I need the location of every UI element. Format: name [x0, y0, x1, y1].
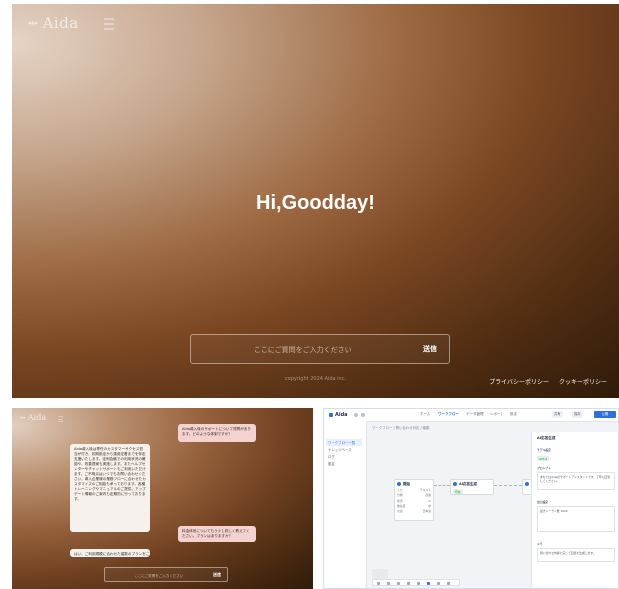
node-row: 入力 テキスト: [397, 488, 431, 492]
privacy-policy-link[interactable]: プライバシーポリシー: [489, 379, 549, 386]
status-badge: 有効: [453, 489, 463, 494]
zoom-in-icon[interactable]: [387, 581, 390, 585]
chat-send-button[interactable]: 送信: [213, 572, 221, 578]
prompt-text: あなたはAidaのサポートアシスタントです。丁寧に回答してください。: [540, 475, 611, 483]
section-label: プロンプト: [537, 466, 551, 470]
node-status-icon: [525, 482, 529, 486]
greeting-heading: Hi,Goodday!: [256, 192, 375, 214]
lock-icon[interactable]: [447, 581, 450, 585]
logo-mark-icon: ⇹: [28, 16, 39, 30]
app-logo-text: Aida: [335, 412, 348, 418]
aida-logo-small[interactable]: ⇹ Aida: [20, 413, 46, 422]
row-value: テキスト: [419, 488, 431, 493]
save-button[interactable]: 保存: [572, 411, 583, 418]
sidebar-item-settings[interactable]: 設定: [328, 461, 335, 466]
node-row: 分類 自動: [397, 493, 431, 497]
sidebar-item-logs[interactable]: ログ: [328, 454, 335, 459]
bot-message: はい、ご利用規模に合わせた複数のプランをご用意しています。: [70, 549, 150, 557]
app-sidebar: ワークフロー一覧 ナレッジベース ログ 設定: [324, 421, 367, 588]
prompt-textarea[interactable]: あなたはAidaのサポートアシスタントです。丁寧に回答してください。: [537, 472, 615, 490]
user-message: Aida導入後のサポートについて質問があります。どのような体制ですか？: [178, 424, 256, 442]
logo-text: Aida: [27, 413, 47, 422]
model-badge[interactable]: GPT-4: [537, 456, 550, 461]
node-status-icon: [397, 482, 401, 486]
breadcrumb: ワークフロー / 問い合わせ対応 / 編集: [372, 426, 430, 430]
tab-home[interactable]: ホーム: [420, 412, 430, 417]
node-settings-panel: AI応答生成 モデル設定 GPT-4 プロンプト あなたはAidaのサポートアシ…: [531, 432, 618, 588]
row-key: 言語: [397, 508, 403, 513]
canvas-toolbar: [372, 579, 460, 586]
tab-workflow[interactable]: ワークフロー: [438, 412, 459, 417]
row-key: 入力: [397, 488, 403, 493]
grid-icon[interactable]: [437, 581, 440, 585]
landing-hero-screen: ⇹ Aida Hi,Goodday! 送信 copyright 2024 Aid…: [12, 4, 619, 398]
tab-settings[interactable]: 設定: [510, 412, 517, 417]
share-button[interactable]: 共有: [552, 411, 563, 418]
tab-report[interactable]: レポート: [490, 412, 504, 417]
node-title-text: 開始: [403, 482, 410, 486]
bot-message: Aida導入後は専任のカスタマーサクセス担当が付き、初期設定から運用定着までを伴…: [70, 444, 150, 532]
note-box[interactable]: 問い合わせ内容に応じて回答を生成します。: [537, 548, 615, 562]
node-row: 担当 AI: [397, 499, 431, 503]
edge-connector: [434, 485, 450, 486]
sidebar-item-knowledge[interactable]: ナレッジベース: [328, 447, 352, 452]
help-icon[interactable]: [361, 413, 365, 417]
note-text: 問い合わせ内容に応じて回答を生成します。: [540, 551, 596, 555]
chat-screen: ⇹ Aida Aida導入後のサポートについて質問があります。どのような体制です…: [12, 408, 313, 589]
undo-icon[interactable]: [407, 581, 410, 585]
section-label: メモ: [537, 542, 543, 546]
publish-button[interactable]: 公開: [594, 411, 616, 418]
section-label: 出力設定: [537, 500, 549, 504]
zoom-out-icon[interactable]: [377, 581, 380, 585]
section-label: モデル設定: [537, 448, 551, 452]
question-input[interactable]: [191, 335, 415, 365]
tab-data[interactable]: データ管理: [466, 412, 484, 417]
logo-mark-icon: ⇹: [20, 413, 26, 422]
node-row: 優先度 中: [397, 504, 431, 508]
fit-icon[interactable]: [397, 581, 400, 585]
app-logo[interactable]: Aida: [329, 412, 348, 418]
chat-input[interactable]: [105, 568, 213, 583]
edge-connector: [494, 485, 522, 486]
redo-icon[interactable]: [417, 581, 420, 585]
node-title: [525, 482, 530, 486]
row-key: 担当: [397, 498, 403, 503]
question-input-bar: 送信: [190, 334, 450, 365]
sidebar-item-workflows[interactable]: ワークフロー一覧: [326, 439, 362, 446]
logo-text: Aida: [42, 14, 79, 32]
minimap[interactable]: [372, 569, 388, 579]
workflow-editor-screen: Aida ホーム ワークフロー データ管理 レポート 設定 共有 保存 公開 ワ…: [323, 408, 619, 589]
footer-links: プライバシーポリシー クッキーポリシー: [481, 377, 607, 386]
output-text: 最大トークン数 1024: [540, 509, 568, 513]
aida-logo[interactable]: ⇹ Aida: [28, 14, 79, 32]
chat-input-bar: 送信: [104, 567, 228, 583]
row-value: AI: [428, 498, 431, 503]
node-title: AI応答生成: [453, 482, 491, 487]
node-title-text: AI応答生成: [459, 482, 478, 486]
user-message: 料金体系についてもう少し詳しく教えてください。プランはありますか？: [178, 526, 256, 542]
workflow-node-ai-response[interactable]: AI応答生成 有効: [450, 479, 494, 495]
workflow-node-start[interactable]: 開始 入力 テキスト 分類 自動 担当 AI 優先度 中 言語 日本語: [394, 479, 434, 521]
menu-icon[interactable]: [58, 416, 63, 422]
menu-icon[interactable]: [104, 18, 114, 30]
node-status-icon: [453, 482, 457, 486]
output-settings-box[interactable]: 最大トークン数 1024: [537, 506, 615, 532]
send-button[interactable]: 送信: [423, 344, 437, 354]
row-value: 日本語: [422, 508, 431, 513]
row-value: 中: [428, 503, 431, 508]
row-key: 優先度: [397, 503, 406, 508]
row-key: 分類: [397, 493, 403, 498]
notification-icon[interactable]: [354, 413, 358, 417]
add-node-icon[interactable]: [427, 581, 430, 585]
app-topbar: Aida ホーム ワークフロー データ管理 レポート 設定 共有 保存 公開: [324, 409, 618, 422]
cookie-policy-link[interactable]: クッキーポリシー: [559, 379, 607, 386]
node-row: 言語 日本語: [397, 509, 431, 513]
panel-title: AI応答生成: [537, 436, 556, 440]
node-title: 開始: [397, 482, 431, 487]
app-logo-icon: [329, 412, 333, 417]
row-value: 自動: [425, 493, 431, 498]
